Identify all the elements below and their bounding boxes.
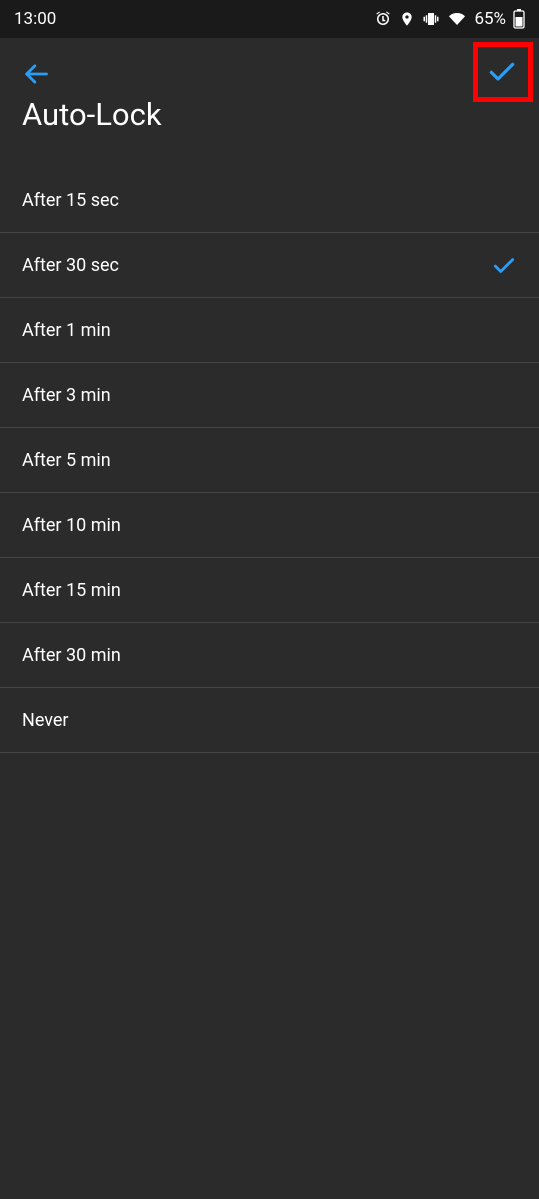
option-label: After 15 min [22,580,121,601]
list-item[interactable]: After 10 min [0,493,539,558]
arrow-left-icon [22,60,50,88]
option-label: After 3 min [22,385,111,406]
option-label: After 1 min [22,320,111,341]
option-label: After 30 sec [22,255,119,276]
page-title: Auto-Lock [22,96,162,133]
battery-icon [513,9,525,29]
selected-checkmark-icon [491,252,517,278]
list-item[interactable]: After 30 min [0,623,539,688]
header: Auto-Lock [0,38,539,142]
location-icon [399,10,415,28]
list-item[interactable]: After 15 sec [0,168,539,233]
confirm-button[interactable] [477,46,527,96]
battery-percent: 65% [474,9,506,29]
list-item[interactable]: Never [0,688,539,753]
option-label: After 30 min [22,645,121,666]
list-item[interactable]: After 1 min [0,298,539,363]
status-time: 13:00 [14,9,56,29]
status-icons: 65% [374,9,525,29]
list-item[interactable]: After 15 min [0,558,539,623]
list-item[interactable]: After 3 min [0,363,539,428]
option-label: After 15 sec [22,190,119,211]
option-label: After 5 min [22,450,111,471]
checkmark-icon [486,55,518,87]
list-item[interactable]: After 5 min [0,428,539,493]
option-list: After 15 sec After 30 sec After 1 min Af… [0,168,539,753]
status-bar: 13:00 65% [0,0,539,38]
back-button[interactable] [18,56,54,92]
option-label: After 10 min [22,515,121,536]
alarm-icon [374,10,392,28]
vibrate-icon [422,10,440,28]
list-item[interactable]: After 30 sec [0,233,539,298]
wifi-icon [447,11,467,27]
option-label: Never [22,710,69,731]
